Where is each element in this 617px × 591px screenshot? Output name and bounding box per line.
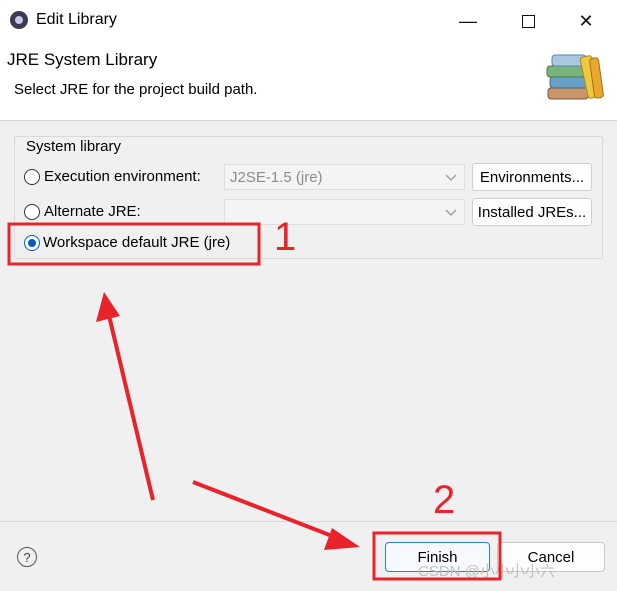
maximize-button[interactable] [508,7,548,35]
minimize-button[interactable]: — [448,7,488,35]
window-title: Edit Library [36,11,117,28]
header-title: JRE System Library [7,50,158,69]
header-subtitle: Select JRE for the project build path. [14,81,258,98]
alternate-jre-combo[interactable] [224,199,465,225]
maximize-icon [521,14,535,28]
chevron-down-icon [445,209,457,216]
workspace-default-jre-label: Workspace default JRE (jre) [43,234,231,251]
dialog-content: System library Execution environment: J2… [0,121,617,521]
execution-environment-label: Execution environment: [44,168,201,185]
system-library-label: System library [24,138,124,155]
alternate-jre-radio[interactable] [24,204,40,220]
annotation-step-2: 2 [433,478,456,522]
chevron-down-icon [445,174,457,181]
environments-button[interactable]: Environments... [472,163,592,191]
watermark: CSDN @小小小小六 [418,563,555,580]
annotation-step-1: 1 [274,215,297,259]
title-bar: Edit Library — ✕ [0,0,617,42]
execution-environment-radio[interactable] [24,169,40,185]
library-books-icon [546,54,604,100]
dialog-header: JRE System Library Select JRE for the pr… [0,42,617,121]
execution-environment-combo[interactable]: J2SE-1.5 (jre) [224,164,465,190]
workspace-default-jre-radio[interactable] [24,235,40,251]
eclipse-app-icon [10,11,28,29]
execution-environment-value: J2SE-1.5 (jre) [230,169,323,186]
help-icon[interactable]: ? [17,547,37,567]
installed-jres-button[interactable]: Installed JREs... [472,198,592,226]
close-button[interactable]: ✕ [566,7,606,35]
alternate-jre-label: Alternate JRE: [44,203,141,220]
